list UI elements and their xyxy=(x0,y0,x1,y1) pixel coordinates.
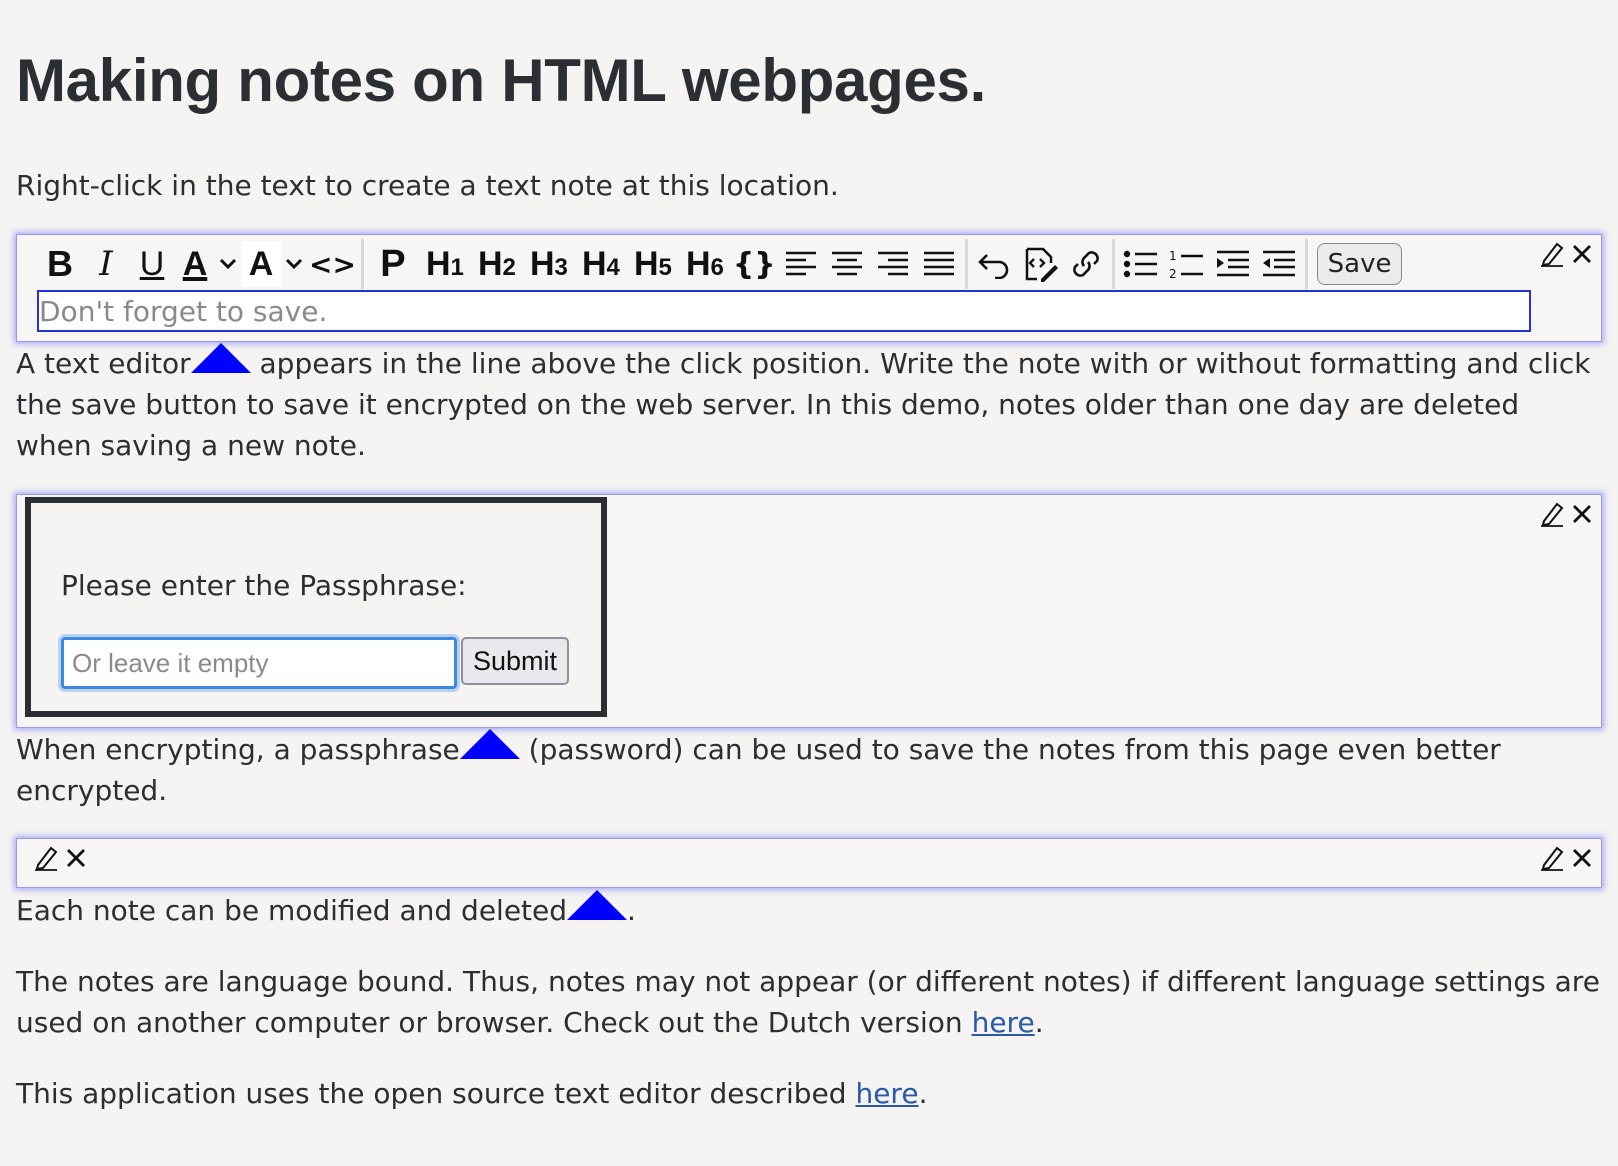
editor-toolbar: B I U A A <> P H1 H2 H3 H4 H5 H6 {} 1 2 … xyxy=(37,239,1403,289)
indent-icon[interactable] xyxy=(1210,241,1256,287)
heading5-button[interactable]: H5 xyxy=(627,241,679,287)
toolbar-separator xyxy=(1111,239,1115,289)
passphrase-description: When encrypting, a passphrase (password)… xyxy=(16,729,1602,811)
dutch-version-link[interactable]: here xyxy=(972,1006,1035,1039)
toolbar-separator xyxy=(964,239,968,289)
note-marker-triangle[interactable] xyxy=(567,890,628,920)
inline-code-button[interactable]: <> xyxy=(307,241,358,287)
heading6-button[interactable]: H6 xyxy=(679,241,731,287)
italic-button[interactable]: I xyxy=(83,241,129,287)
svg-text:2: 2 xyxy=(1169,267,1177,280)
open-source-text: This application uses the open source te… xyxy=(16,1077,928,1110)
pencil-icon[interactable] xyxy=(33,845,59,871)
font-color-button[interactable]: A xyxy=(175,241,215,287)
pencil-icon[interactable] xyxy=(1539,501,1565,527)
close-icon[interactable] xyxy=(1571,503,1593,525)
edit-source-icon[interactable] xyxy=(1017,241,1063,287)
bg-color-dropdown-icon[interactable] xyxy=(281,241,307,287)
outdent-icon[interactable] xyxy=(1256,241,1302,287)
editor-description: A text editor appears in the line above … xyxy=(16,343,1602,466)
modify-delete-text: Each note can be modified and deleted. xyxy=(16,890,1602,931)
undo-icon[interactable] xyxy=(971,241,1017,287)
close-icon[interactable] xyxy=(65,847,87,869)
svg-text:1: 1 xyxy=(1169,249,1177,263)
font-color-dropdown-icon[interactable] xyxy=(215,241,241,287)
intro-text: Right-click in the text to create a text… xyxy=(16,169,839,202)
passphrase-dialog: Please enter the Passphrase: Submit xyxy=(25,497,607,717)
bg-color-button[interactable]: A xyxy=(241,241,281,287)
toolbar-separator xyxy=(360,239,364,289)
close-icon[interactable] xyxy=(1571,243,1593,265)
close-icon[interactable] xyxy=(1571,847,1593,869)
underline-button[interactable]: U xyxy=(129,241,175,287)
note-empty xyxy=(16,838,1602,888)
bold-button[interactable]: B xyxy=(37,241,83,287)
note-controls xyxy=(1539,241,1593,267)
note-controls-left xyxy=(33,845,87,871)
numbered-list-icon[interactable]: 12 xyxy=(1164,241,1210,287)
align-center-icon[interactable] xyxy=(824,241,870,287)
pencil-icon[interactable] xyxy=(1539,241,1565,267)
note-marker-triangle[interactable] xyxy=(459,729,520,759)
note-editor-field[interactable] xyxy=(37,290,1531,332)
code-block-button[interactable]: {} xyxy=(731,241,778,287)
pencil-icon[interactable] xyxy=(1539,845,1565,871)
editor-source-link[interactable]: here xyxy=(855,1077,918,1110)
passphrase-label: Please enter the Passphrase: xyxy=(61,569,467,602)
note-editor: B I U A A <> P H1 H2 H3 H4 H5 H6 {} 1 2 … xyxy=(16,234,1602,342)
heading4-button[interactable]: H4 xyxy=(575,241,627,287)
bullet-list-icon[interactable] xyxy=(1118,241,1164,287)
heading1-button[interactable]: H1 xyxy=(419,241,471,287)
save-button[interactable]: Save xyxy=(1316,243,1403,285)
note-marker-triangle[interactable] xyxy=(190,343,251,373)
language-text: The notes are language bound. Thus, note… xyxy=(16,965,1600,1039)
align-left-icon[interactable] xyxy=(778,241,824,287)
align-justify-icon[interactable] xyxy=(916,241,962,287)
align-right-icon[interactable] xyxy=(870,241,916,287)
note-controls xyxy=(1539,845,1593,871)
page-title: Making notes on HTML webpages. xyxy=(16,47,986,114)
heading2-button[interactable]: H2 xyxy=(471,241,523,287)
toolbar-separator xyxy=(1304,239,1308,289)
heading3-button[interactable]: H3 xyxy=(523,241,575,287)
submit-button[interactable]: Submit xyxy=(461,637,569,685)
note-passphrase: Please enter the Passphrase: Submit xyxy=(16,494,1602,728)
link-icon[interactable] xyxy=(1063,241,1109,287)
passphrase-input[interactable] xyxy=(61,637,457,689)
paragraph-button[interactable]: P xyxy=(367,241,419,287)
note-controls xyxy=(1539,501,1593,527)
